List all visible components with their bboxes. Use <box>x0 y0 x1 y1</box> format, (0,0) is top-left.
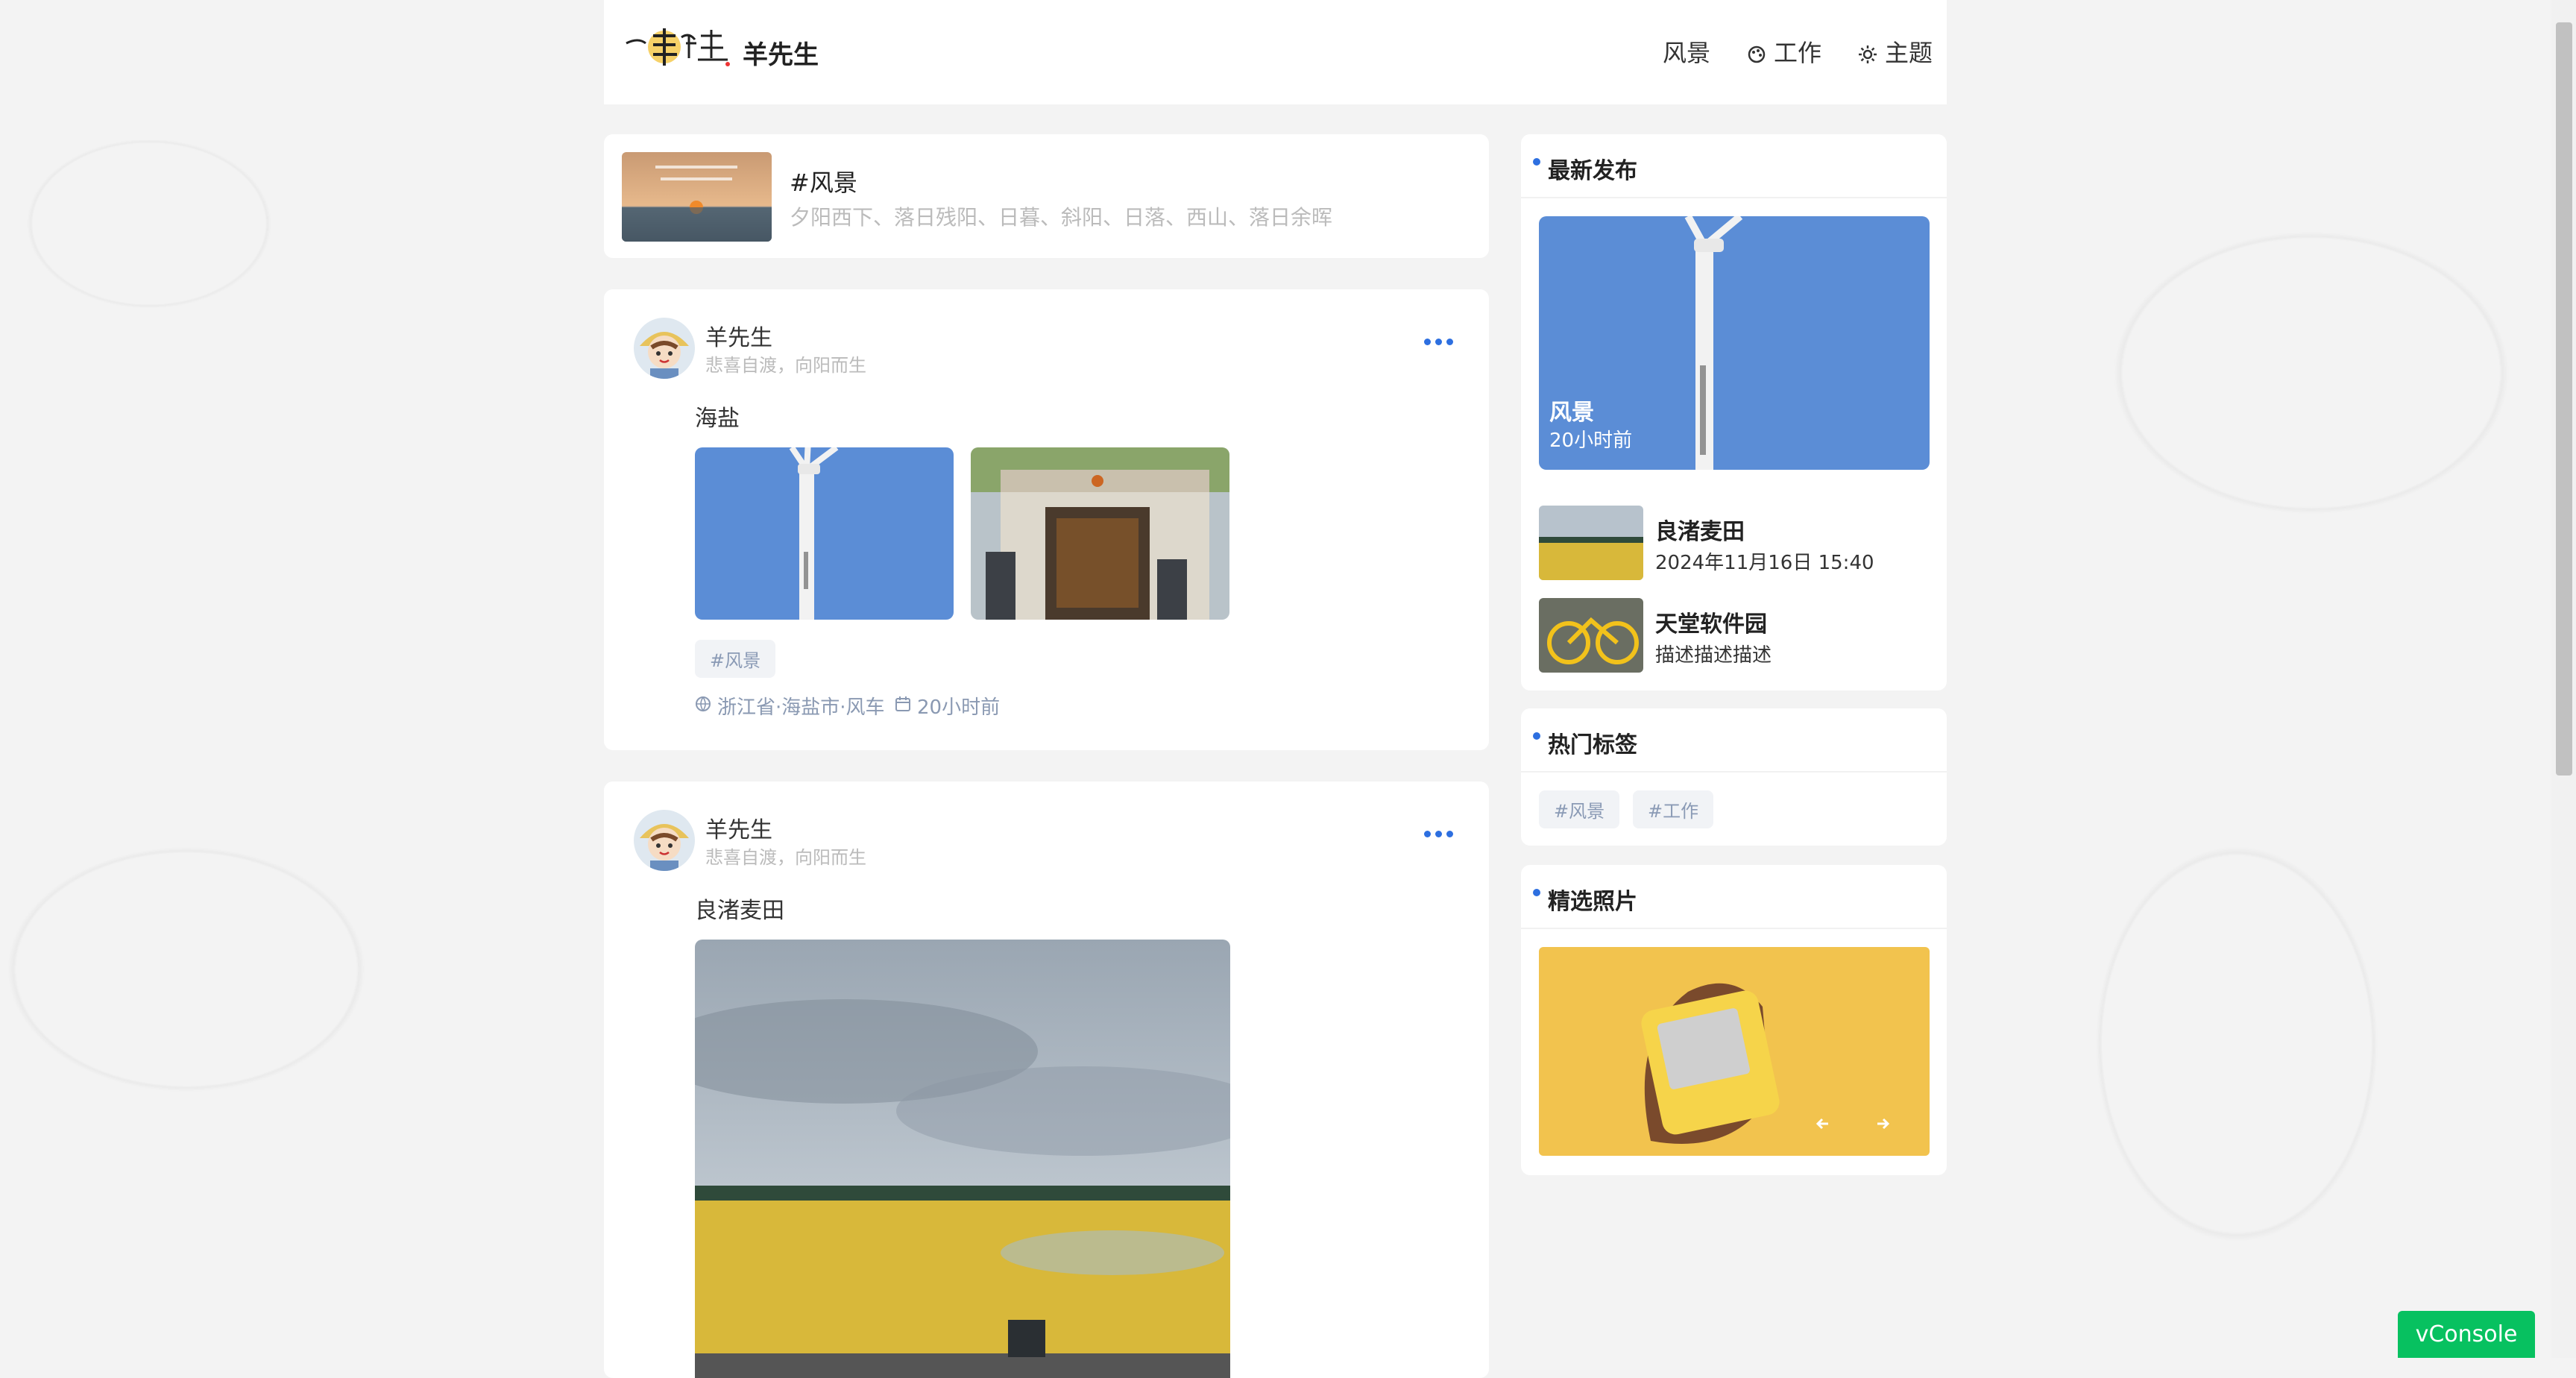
section-title: 精选照片 <box>1548 889 1637 915</box>
more-options-icon[interactable] <box>1424 339 1453 345</box>
divider <box>1521 197 1947 198</box>
post-text: 良渚麦田 <box>695 898 784 924</box>
latest-posts-panel: 最新发布 风景 20小时前 良渚麦田 2024年11月16日 15:40 天堂软… <box>1521 134 1947 690</box>
globe-icon <box>695 695 711 717</box>
latest-item-subtitle: 描述描述描述 <box>1655 644 1772 667</box>
post-image[interactable] <box>695 447 954 620</box>
nav-label: 工作 <box>1774 39 1822 67</box>
topic-description: 夕阳西下、落日残阳、日暮、斜阳、日落、西山、落日余晖 <box>790 205 1333 230</box>
author-avatar[interactable] <box>634 318 695 379</box>
topic-card: #风景 夕阳西下、落日残阳、日暮、斜阳、日落、西山、落日余晖 <box>604 134 1489 258</box>
carousel-next-icon[interactable] <box>1871 1113 1894 1135</box>
nav-item-scenery[interactable]: 风景 <box>1663 34 1710 69</box>
location-text: 浙江省·海盐市·风车 <box>717 696 885 719</box>
section-dot <box>1533 732 1540 740</box>
post-tag[interactable]: #风景 <box>695 640 776 678</box>
author-name[interactable]: 羊先生 <box>705 811 772 844</box>
divider <box>1521 928 1947 929</box>
scrollbar-thumb[interactable] <box>2556 22 2572 775</box>
post-text: 海盐 <box>695 406 740 432</box>
latest-item-subtitle: 2024年11月16日 15:40 <box>1655 552 1874 574</box>
section-dot <box>1533 889 1540 896</box>
nav-item-work[interactable]: 工作 <box>1747 34 1821 69</box>
palette-icon <box>1747 42 1766 63</box>
nav-label: 主题 <box>1885 39 1933 67</box>
nav-item-theme[interactable]: 主题 <box>1858 34 1933 69</box>
author-avatar[interactable] <box>634 810 695 871</box>
featured-photos-panel: 精选照片 <box>1521 865 1947 1175</box>
hot-tag[interactable]: #风景 <box>1539 790 1620 828</box>
post-location[interactable]: 浙江省·海盐市·风车 <box>695 692 885 720</box>
sun-icon <box>1858 42 1877 63</box>
carousel-prev-icon[interactable] <box>1812 1113 1834 1135</box>
latest-item-title[interactable]: 良渚麦田 <box>1655 513 1745 546</box>
nav-label: 风景 <box>1663 39 1711 67</box>
hero-title: 风景 <box>1549 400 1594 426</box>
latest-item-thumbnail[interactable] <box>1539 506 1643 580</box>
author-bio: 悲喜自渡，向阳而生 <box>705 355 866 376</box>
author-name[interactable]: 羊先生 <box>705 319 772 352</box>
post-image[interactable] <box>695 940 1230 1378</box>
post-time: 20小时前 <box>895 692 1000 720</box>
topic-thumbnail <box>622 152 772 242</box>
author-bio: 悲喜自渡，向阳而生 <box>705 847 866 868</box>
topic-title: #风景 <box>790 169 857 197</box>
site-header: 羊先生 风景 工作 主题 <box>604 0 1947 104</box>
hot-tag[interactable]: #工作 <box>1633 790 1714 828</box>
hot-tags-panel: 热门标签 #风景 #工作 <box>1521 708 1947 846</box>
post-card: 羊先生 悲喜自渡，向阳而生 海盐 #风景 浙江省·海盐市·风车 20小时前 <box>604 289 1489 750</box>
more-options-icon[interactable] <box>1424 831 1453 837</box>
site-logo[interactable] <box>623 21 735 73</box>
section-dot <box>1533 158 1540 166</box>
post-image[interactable] <box>971 447 1229 620</box>
site-name[interactable]: 羊先生 <box>743 34 819 71</box>
latest-item-title[interactable]: 天堂软件园 <box>1655 605 1767 638</box>
section-title: 热门标签 <box>1548 732 1637 758</box>
hero-time: 20小时前 <box>1549 430 1633 452</box>
vconsole-button[interactable]: vConsole <box>2398 1311 2535 1358</box>
divider <box>1521 771 1947 773</box>
calendar-icon <box>895 695 911 717</box>
latest-item-thumbnail[interactable] <box>1539 598 1643 673</box>
post-card: 羊先生 悲喜自渡，向阳而生 良渚麦田 <box>604 781 1489 1378</box>
time-text: 20小时前 <box>917 696 1001 719</box>
section-title: 最新发布 <box>1548 158 1637 184</box>
